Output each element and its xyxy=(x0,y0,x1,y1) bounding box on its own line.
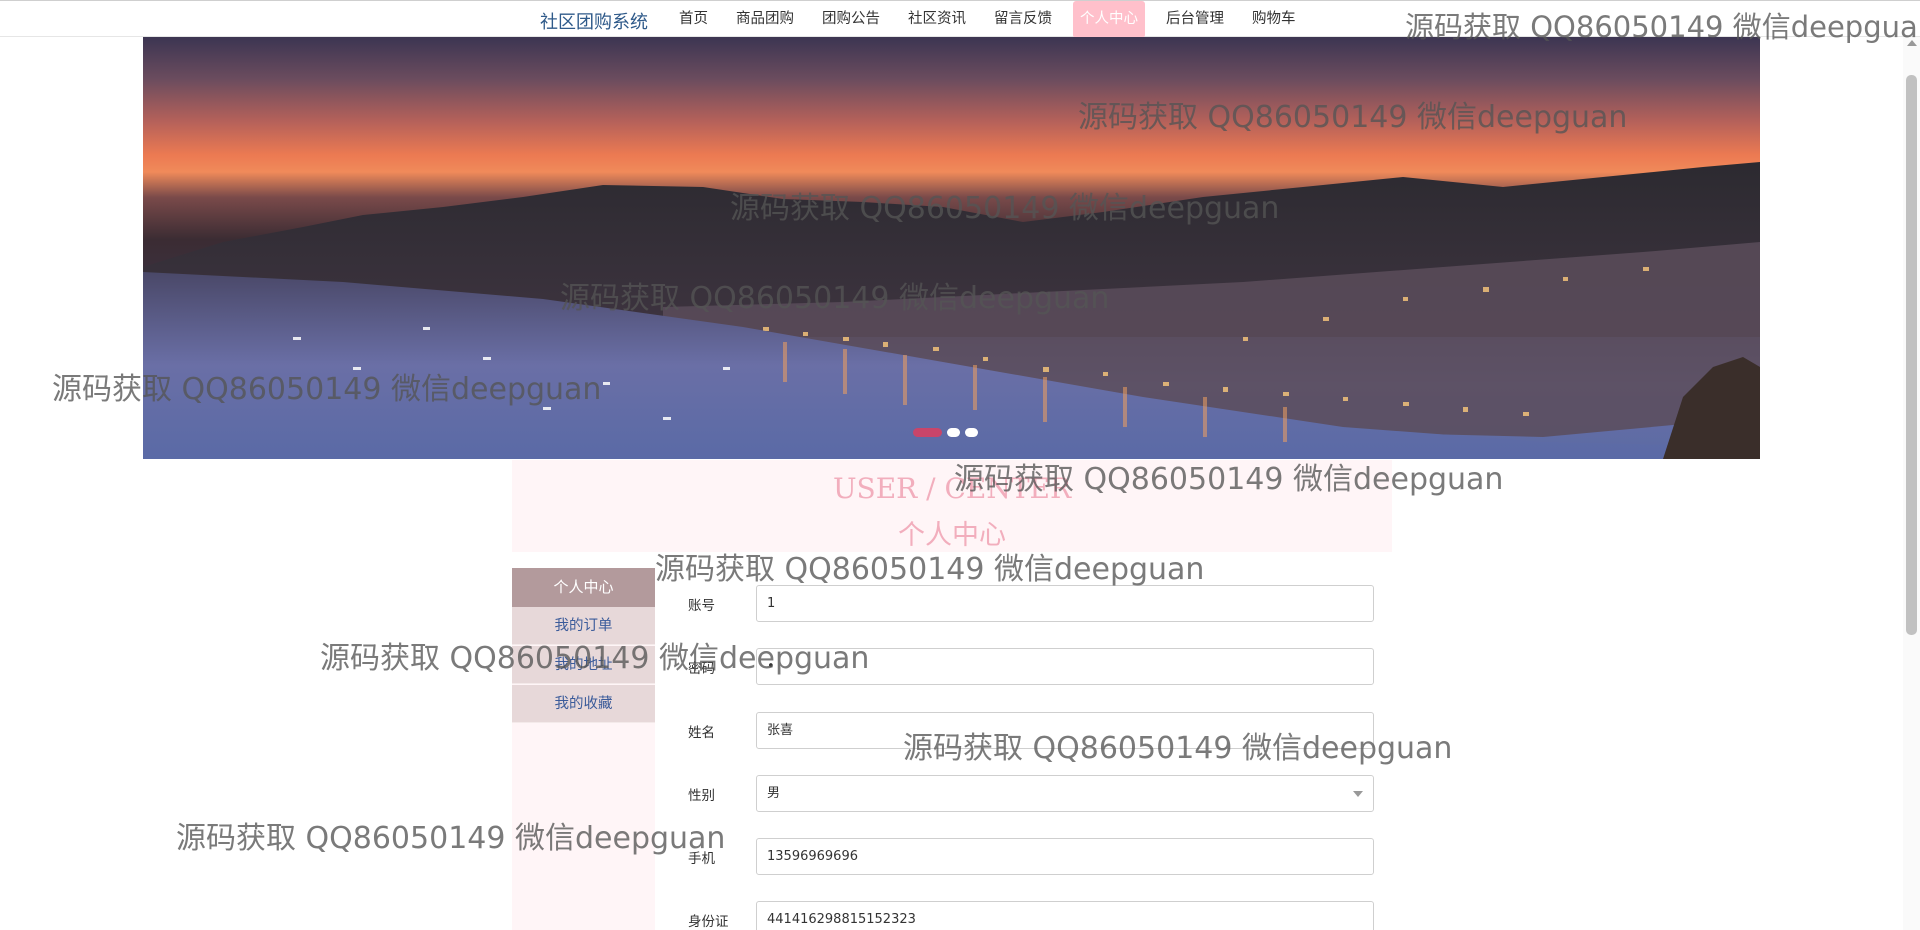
nav-item-user-center[interactable]: 个人中心 xyxy=(1073,1,1145,38)
name-input[interactable]: 张喜 xyxy=(756,712,1374,749)
nav-item-feedback[interactable]: 留言反馈 xyxy=(987,1,1059,38)
name-label: 姓名 xyxy=(688,725,715,741)
banner-carousel[interactable] xyxy=(143,37,1760,459)
password-label: 密码 xyxy=(688,661,715,677)
site-brand[interactable]: 社区团购系统 xyxy=(540,8,648,34)
sidebar-item-orders[interactable]: 我的订单 xyxy=(512,607,655,645)
carousel-dot-3[interactable] xyxy=(965,428,978,437)
nav-item-cart[interactable]: 购物车 xyxy=(1245,1,1303,38)
section-heading: USER / CENTER 个人中心 xyxy=(512,460,1392,552)
heading-chinese: 个人中心 xyxy=(898,520,1006,551)
id-card-input[interactable]: 441416298815152323 xyxy=(756,901,1374,930)
nav-item-news[interactable]: 社区资讯 xyxy=(901,1,973,38)
nav-item-home[interactable]: 首页 xyxy=(672,1,715,38)
nav-item-group-buy[interactable]: 商品团购 xyxy=(729,1,801,38)
carousel-indicators xyxy=(913,428,978,437)
carousel-dot-2[interactable] xyxy=(947,428,960,437)
carousel-dot-1[interactable] xyxy=(913,428,942,437)
gender-label: 性别 xyxy=(688,788,715,804)
sidebar-title[interactable]: 个人中心 xyxy=(512,568,655,607)
scroll-up-icon[interactable] xyxy=(1907,40,1917,46)
sidebar-item-favorites[interactable]: 我的收藏 xyxy=(512,685,655,723)
gender-select[interactable]: 男 xyxy=(756,775,1374,812)
nav-item-announcements[interactable]: 团购公告 xyxy=(815,1,887,38)
account-label: 账号 xyxy=(688,598,715,614)
account-input[interactable]: 1 xyxy=(756,585,1374,622)
id-card-label: 身份证 xyxy=(688,914,729,930)
top-nav-bar: 社区团购系统 首页 商品团购 团购公告 社区资讯 留言反馈 个人中心 后台管理 … xyxy=(0,0,1920,38)
banner-image xyxy=(143,162,1760,459)
password-input[interactable]: • xyxy=(756,648,1374,685)
scrollbar-thumb[interactable] xyxy=(1906,75,1917,635)
nav-item-admin[interactable]: 后台管理 xyxy=(1159,1,1231,38)
main-nav: 首页 商品团购 团购公告 社区资讯 留言反馈 个人中心 后台管理 购物车 xyxy=(672,1,1317,38)
phone-input[interactable]: 13596969696 xyxy=(756,838,1374,875)
heading-english: USER / CENTER xyxy=(832,472,1072,505)
phone-label: 手机 xyxy=(688,851,715,867)
sidebar-item-addresses[interactable]: 我的地址 xyxy=(512,646,655,684)
